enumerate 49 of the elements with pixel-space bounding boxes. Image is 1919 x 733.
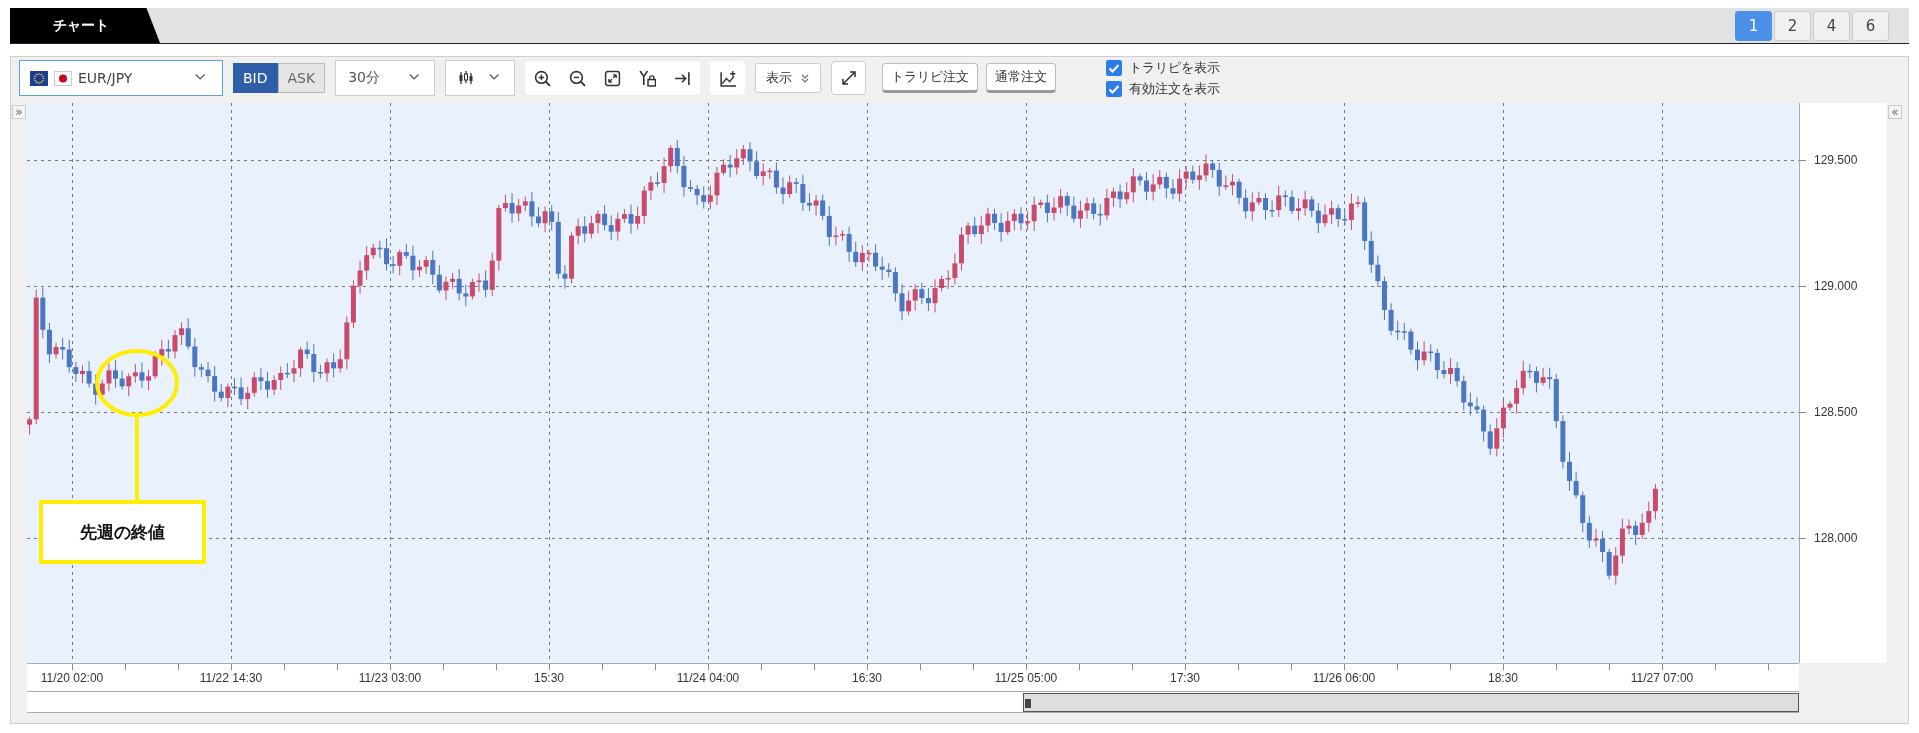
eu-flag-icon	[30, 70, 48, 86]
time-label: 17:30	[1170, 671, 1200, 685]
time-label: 11/24 04:00	[676, 671, 740, 685]
price-label: 128.500	[1814, 405, 1858, 419]
checkbox-checked-icon[interactable]	[1106, 80, 1123, 97]
price-label: 129.000	[1814, 279, 1858, 293]
checkbox-label: トラリピを表示	[1129, 58, 1221, 77]
checkbox-label: 有効注文を表示	[1129, 79, 1221, 98]
time-label: 11/22 14:30	[199, 671, 263, 685]
expand-icon	[840, 70, 857, 86]
zoom-out-icon	[569, 69, 587, 87]
time-label: 11/25 05:00	[994, 671, 1058, 685]
resize-handle[interactable]	[1025, 699, 1031, 708]
scroll-to-end-icon	[674, 69, 692, 87]
indicator-button[interactable]	[710, 61, 746, 95]
collapse-toggle[interactable]: »	[12, 105, 26, 119]
price-side-button[interactable]: ASK	[277, 63, 326, 93]
price-label: 129.500	[1814, 153, 1858, 167]
time-label: 11/23 03:00	[358, 671, 422, 685]
time-label: 11/26 06:00	[1312, 671, 1376, 685]
layout-button[interactable]: 4	[1813, 10, 1850, 41]
double-chevron-icon	[800, 72, 811, 84]
checkbox-checked-icon[interactable]	[1106, 59, 1123, 76]
chart-tab[interactable]: チャート	[10, 8, 160, 43]
layout-button[interactable]: 6	[1852, 10, 1889, 41]
display-menu-button[interactable]: 表示	[755, 63, 822, 93]
layout-button[interactable]: 2	[1774, 10, 1811, 41]
time-label: 11/20 02:00	[40, 671, 104, 685]
order-button[interactable]: トラリピ注文	[882, 63, 979, 93]
time-label: 16:30	[852, 671, 882, 685]
collapse-toggle[interactable]: «	[1888, 105, 1902, 119]
annotation-label: 先週の終値	[39, 500, 206, 564]
time-label: 15:30	[534, 671, 564, 685]
jp-flag-icon	[54, 70, 72, 86]
zoom-in-icon	[534, 69, 552, 87]
fullscreen-button[interactable]	[831, 61, 867, 95]
chart-plus-icon	[719, 69, 737, 87]
scroll-thumb[interactable]	[1023, 693, 1799, 712]
price-side-button[interactable]: BID	[233, 63, 278, 93]
currency-pair-select[interactable]: EUR/JPY	[19, 60, 223, 96]
chart-type-select[interactable]	[445, 60, 516, 96]
price-label: 128.000	[1814, 531, 1858, 545]
timeframe-select[interactable]: 30分	[335, 60, 436, 96]
time-label: 18:30	[1488, 671, 1518, 685]
y-axis-lock-icon	[639, 69, 657, 87]
order-button[interactable]: 通常注文	[986, 63, 1057, 93]
candlestick-icon	[458, 70, 475, 86]
time-label: 11/27 07:00	[1630, 671, 1694, 685]
fit-screen-icon	[604, 69, 622, 87]
